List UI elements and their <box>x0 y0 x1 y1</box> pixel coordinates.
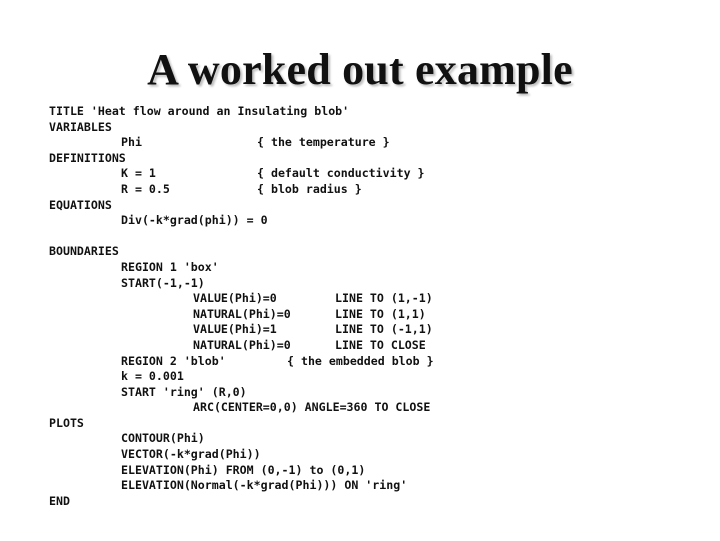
keyword-end: END <box>49 493 70 508</box>
code-line-definition: R = 0.5 { blob radius } <box>49 182 362 198</box>
boundary-condition: NATURAL(Phi)=0 <box>193 306 291 321</box>
region-2-conductivity: k = 0.001 <box>121 369 184 384</box>
boundary-path: LINE TO (-1,1) <box>335 322 433 337</box>
region-2: REGION 2 'blob' <box>121 353 226 368</box>
code-line-end: END <box>49 494 77 510</box>
definition-comment: { default conductivity } <box>257 166 425 181</box>
keyword-plots: PLOTS <box>49 415 84 430</box>
code-line-boundary-segment: VALUE(Phi)=1 LINE TO (-1,1) <box>49 322 433 338</box>
start-2: START 'ring' (R,0) <box>121 384 247 399</box>
boundary-condition: NATURAL(Phi)=0 <box>193 337 291 352</box>
code-line-start2: START 'ring' (R,0) <box>49 385 247 401</box>
code-line-variables: VARIABLES <box>49 120 112 136</box>
keyword-variables: VARIABLES <box>49 119 112 134</box>
boundary-condition: VALUE(Phi)=1 <box>193 322 277 337</box>
code-line-title: TITLE 'Heat flow around an Insulating bl… <box>49 104 349 120</box>
definition-expr: K = 1 <box>121 166 156 181</box>
keyword-equations: EQUATIONS <box>49 197 112 212</box>
plot-statement: CONTOUR(Phi) <box>121 431 205 446</box>
code-line-variable: Phi { the temperature } <box>49 135 390 151</box>
code-line-plot: ELEVATION(Phi) FROM (0,-1) to (0,1) <box>49 463 365 479</box>
code-line-plot: VECTOR(-k*grad(Phi)) <box>49 447 261 463</box>
code-line-boundaries: BOUNDARIES <box>49 244 119 260</box>
region-1: REGION 1 'box' <box>121 259 219 274</box>
definition-expr: R = 0.5 <box>121 181 170 196</box>
plot-statement: ELEVATION(Phi) FROM (0,-1) to (0,1) <box>121 462 366 477</box>
code-line-boundary-segment: NATURAL(Phi)=0 LINE TO (1,1) <box>49 307 426 323</box>
code-line-region2: REGION 2 'blob' { the embedded blob } <box>49 354 434 370</box>
code-line-boundary-segment: NATURAL(Phi)=0 LINE TO CLOSE <box>49 338 426 354</box>
keyword-definitions: DEFINITIONS <box>49 150 126 165</box>
code-line-arc: ARC(CENTER=0,0) ANGLE=360 TO CLOSE <box>49 400 430 416</box>
code-line-definition: K = 1 { default conductivity } <box>49 166 425 182</box>
code-line-region1: REGION 1 'box' <box>49 260 219 276</box>
slide-title: A worked out example <box>147 45 573 94</box>
code-line-equation: Div(-k*grad(phi)) = 0 <box>49 213 268 229</box>
definition-comment: { blob radius } <box>257 181 362 196</box>
variable-comment: { the temperature } <box>257 135 390 150</box>
code-line-definitions: DEFINITIONS <box>49 151 126 167</box>
boundary-path: LINE TO CLOSE <box>335 337 426 352</box>
boundary-path: LINE TO (1,-1) <box>335 291 433 306</box>
code-line-plot: CONTOUR(Phi) <box>49 431 205 447</box>
region-2-comment: { the embedded blob } <box>287 353 434 368</box>
code-listing: TITLE 'Heat flow around an Insulating bl… <box>49 104 434 510</box>
keyword-boundaries: BOUNDARIES <box>49 244 119 259</box>
code-line-plot: ELEVATION(Normal(-k*grad(Phi))) ON 'ring… <box>49 478 407 494</box>
plot-statement: VECTOR(-k*grad(Phi)) <box>121 447 261 462</box>
equation: Div(-k*grad(phi)) = 0 <box>121 213 268 228</box>
code-line-region2-k: k = 0.001 <box>49 369 184 385</box>
code-line-boundary-segment: VALUE(Phi)=0 LINE TO (1,-1) <box>49 291 433 307</box>
code-line-equations: EQUATIONS <box>49 198 112 214</box>
arc-statement: ARC(CENTER=0,0) ANGLE=360 TO CLOSE <box>193 400 431 415</box>
variable-name: Phi <box>121 135 142 150</box>
title-statement: TITLE 'Heat flow around an Insulating bl… <box>49 104 350 118</box>
code-line-start1: START(-1,-1) <box>49 276 205 292</box>
plot-statement: ELEVATION(Normal(-k*grad(Phi))) ON 'ring… <box>121 478 408 493</box>
boundary-path: LINE TO (1,1) <box>335 306 426 321</box>
start-1: START(-1,-1) <box>121 275 205 290</box>
boundary-condition: VALUE(Phi)=0 <box>193 291 277 306</box>
code-line-plots: PLOTS <box>49 416 84 432</box>
